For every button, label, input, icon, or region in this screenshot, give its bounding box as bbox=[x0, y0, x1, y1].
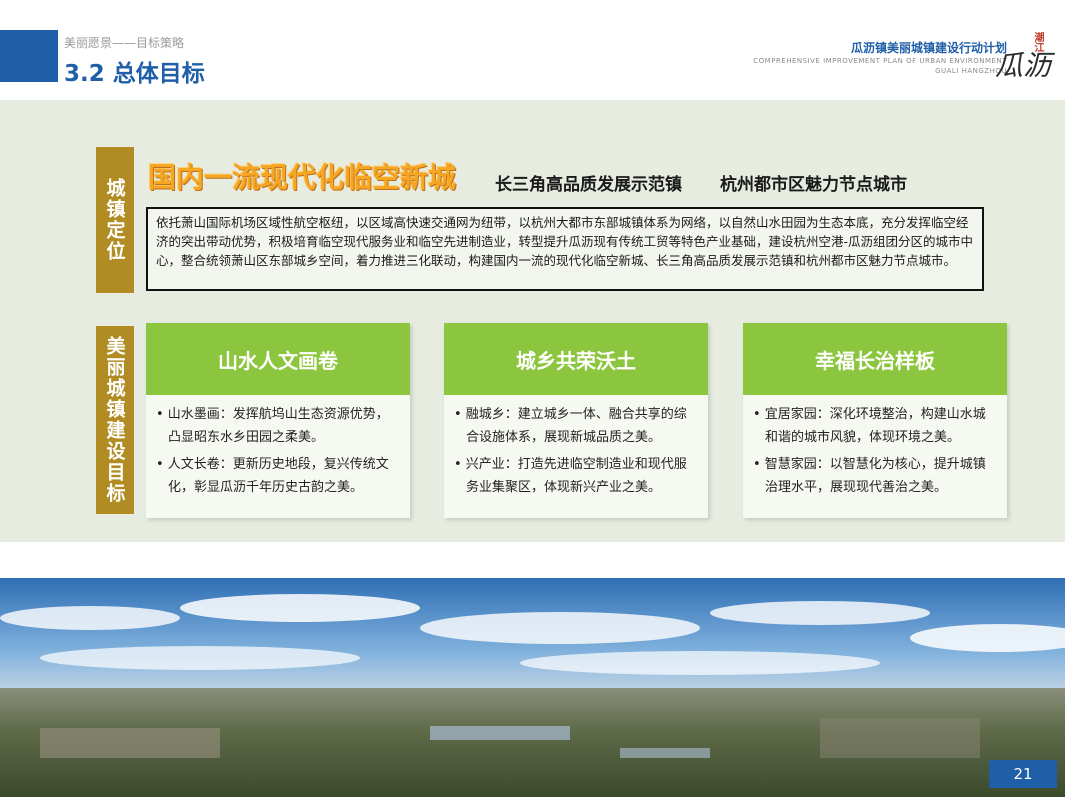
page-number: 21 bbox=[989, 760, 1057, 788]
goal-card-item: • 兴产业：打造先进临空制造业和现代服务业集聚区，体现新兴产业之美。 bbox=[454, 457, 687, 495]
breadcrumb: 美丽愿景——目标策略 bbox=[64, 36, 185, 50]
header-accent-block bbox=[0, 30, 58, 82]
goal-card-landscape: 山水人文画卷 • 山水墨画：发挥航坞山生态资源优势，凸显昭东水乡田园之柔美。 •… bbox=[146, 323, 410, 518]
goal-card-title: 幸福长治样板 bbox=[743, 323, 1007, 395]
goal-card-item: • 人文长卷：更新历史地段，复兴传统文化，彰显瓜沥千年历史古韵之美。 bbox=[156, 457, 389, 495]
goal-card-title: 山水人文画卷 bbox=[146, 323, 410, 395]
goal-card-governance: 幸福长治样板 • 宜居家园：深化环境整治，构建山水城和谐的城市风貌，体现环境之美… bbox=[743, 323, 1007, 518]
positioning-headline: 国内一流现代化临空新城 bbox=[148, 161, 457, 194]
goal-card-urban-rural: 城乡共荣沃土 • 融城乡：建立城乡一体、融合共享的综合设施体系，展现新城品质之美… bbox=[444, 323, 708, 518]
goals-label: 美丽城镇建设目标 bbox=[96, 326, 134, 514]
goal-card-title: 城乡共荣沃土 bbox=[444, 323, 708, 395]
aerial-city-photo bbox=[0, 578, 1065, 797]
logo-calligraphy: 瓜沥 bbox=[994, 49, 1051, 82]
plan-title: 瓜沥镇美丽城镇建设行动计划 bbox=[850, 41, 1007, 55]
positioning-subtitle-2: 杭州都市区魅力节点城市 bbox=[720, 175, 907, 195]
goal-card-item: • 智慧家园：以智慧化为核心，提升城镇治理水平，展现现代善治之美。 bbox=[753, 457, 986, 495]
goal-card-item: • 山水墨画：发挥航坞山生态资源优势，凸显昭东水乡田园之柔美。 bbox=[156, 407, 389, 445]
plan-english-title: COMPREHENSIVE IMPROVEMENT PLAN OF URBAN … bbox=[753, 57, 1007, 65]
positioning-description: 依托萧山国际机场区域性航空枢纽，以区域高快速交通网为纽带，以杭州大都市东部城镇体… bbox=[146, 207, 984, 291]
positioning-label: 城镇定位 bbox=[96, 147, 134, 293]
goal-card-item: • 融城乡：建立城乡一体、融合共享的综合设施体系，展现新城品质之美。 bbox=[454, 407, 687, 445]
goal-card-item: • 宜居家园：深化环境整治，构建山水城和谐的城市风貌，体现环境之美。 bbox=[753, 407, 986, 445]
page-title: 3.2 总体目标 bbox=[64, 61, 205, 87]
positioning-subtitle-1: 长三角高品质发展示范镇 bbox=[495, 175, 682, 195]
